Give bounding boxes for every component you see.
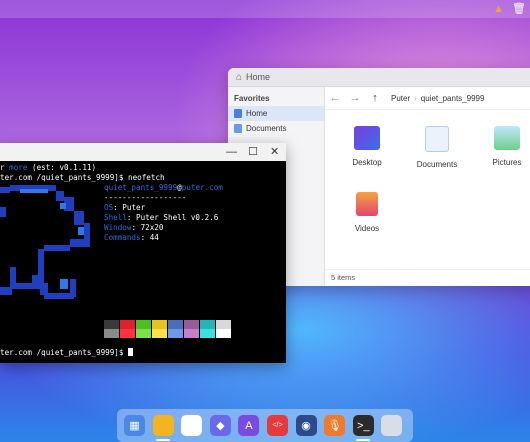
dev-center-icon[interactable]: ◆: [209, 415, 231, 436]
app-grid-icon[interactable]: ▦: [124, 415, 145, 436]
color-swatch: [152, 329, 167, 338]
neofetch-commands: Commands: 44: [104, 233, 159, 242]
breadcrumb: Puter › quiet_pants_9999: [391, 94, 484, 103]
maximize-icon[interactable]: ☐: [248, 145, 258, 159]
videos-folder-icon: [356, 192, 378, 216]
terminal-window: — ☐ ✕ r more (est: v0.1.11) ter.com /qui…: [0, 143, 286, 363]
recorder-icon[interactable]: 🎙: [324, 415, 346, 436]
sidebar-item-documents[interactable]: Documents: [228, 121, 324, 136]
puter-logo-ascii: [0, 185, 90, 299]
breadcrumb-root[interactable]: Puter: [391, 94, 410, 103]
folder-pictures[interactable]: Pictures: [477, 126, 530, 167]
color-swatch: [152, 320, 167, 329]
terminal-prompt: ter.com /quiet_pants_9999]$: [0, 348, 134, 358]
terminal-line: ter.com /quiet_pants_9999]$ neofetch: [0, 173, 165, 182]
window-title: Home: [246, 72, 271, 82]
color-swatch: [120, 320, 135, 329]
color-swatch: [200, 329, 215, 338]
breadcrumb-current[interactable]: quiet_pants_9999: [421, 94, 485, 103]
sidebar-item-label: Documents: [246, 124, 287, 133]
dock: ▦ ✦ ◆ A </> ◉ 🎙 >_: [117, 409, 413, 442]
folder-videos[interactable]: Videos: [337, 192, 397, 233]
color-swatch: [168, 320, 183, 329]
color-swatch: [136, 320, 151, 329]
trash-icon[interactable]: 🗑: [512, 2, 526, 16]
file-grid: Desktop Documents Pictures Videos: [325, 118, 530, 268]
dock-running-indicator: [355, 439, 370, 441]
color-swatch: [168, 329, 183, 338]
color-swatch: [104, 329, 119, 338]
color-swatch: [120, 329, 135, 338]
top-bar: ▲ 🗑: [0, 0, 530, 18]
documents-folder-icon: [425, 126, 449, 152]
neofetch-window: Window: 72x20: [104, 223, 164, 232]
font-editor-icon[interactable]: A: [238, 415, 260, 436]
terminal-output[interactable]: r more (est: v0.1.11) ter.com /quiet_pan…: [0, 161, 286, 363]
desktop-folder-icon: [354, 126, 380, 150]
code-editor-icon[interactable]: </>: [267, 415, 288, 436]
home-icon: [234, 109, 242, 118]
folder-documents[interactable]: Documents: [407, 126, 467, 169]
home-icon: ⌂: [236, 71, 243, 83]
neofetch-separator: ------------------: [104, 193, 187, 202]
warning-icon[interactable]: ▲: [493, 2, 504, 16]
neofetch-os: OS: Puter: [104, 203, 146, 212]
color-swatch: [104, 320, 119, 329]
up-icon[interactable]: ↑: [365, 92, 385, 104]
color-palette: [104, 320, 232, 338]
app-center-icon[interactable]: ✦: [181, 415, 203, 436]
color-swatch: [136, 329, 151, 338]
sidebar-item-label: Home: [246, 109, 268, 118]
sidebar-item-home[interactable]: Home: [228, 106, 324, 121]
color-swatch: [216, 329, 231, 338]
pictures-folder-icon: [494, 126, 520, 150]
terminal-line: r more (est: v0.1.11): [0, 163, 97, 172]
color-swatch: [184, 320, 199, 329]
neofetch-user-host: quiet_pants_9999@puter.com: [104, 183, 223, 192]
favorites-heading: Favorites: [234, 94, 270, 103]
dock-running-indicator: [155, 439, 170, 441]
back-icon[interactable]: ←: [325, 92, 345, 104]
documents-icon: [234, 124, 242, 133]
folder-label: Pictures: [492, 158, 522, 167]
folder-label: Desktop: [352, 158, 382, 167]
color-swatch: [200, 320, 215, 329]
status-bar: 5 items: [325, 269, 530, 286]
neofetch-shell: Shell: Puter Shell v0.2.6: [104, 213, 219, 222]
explorer-toolbar: ← → ↑ Puter › quiet_pants_9999: [325, 87, 530, 110]
forward-icon[interactable]: →: [345, 92, 365, 104]
explorer-titlebar[interactable]: ⌂ Home: [228, 68, 530, 87]
folder-label: Videos: [354, 224, 380, 233]
files-icon[interactable]: [152, 415, 174, 436]
chevron-right-icon: ›: [414, 93, 417, 103]
color-swatch: [184, 329, 199, 338]
trash-icon[interactable]: [381, 415, 403, 436]
minimize-icon[interactable]: —: [226, 145, 237, 159]
folder-label: Documents: [416, 160, 458, 169]
terminal-icon[interactable]: >_: [352, 415, 374, 436]
terminal-titlebar[interactable]: — ☐ ✕: [0, 143, 286, 161]
color-swatch: [216, 320, 231, 329]
terminal-cursor: [128, 348, 134, 356]
folder-desktop[interactable]: Desktop: [337, 126, 397, 167]
close-icon[interactable]: ✕: [270, 145, 279, 159]
camera-icon[interactable]: ◉: [295, 415, 317, 436]
